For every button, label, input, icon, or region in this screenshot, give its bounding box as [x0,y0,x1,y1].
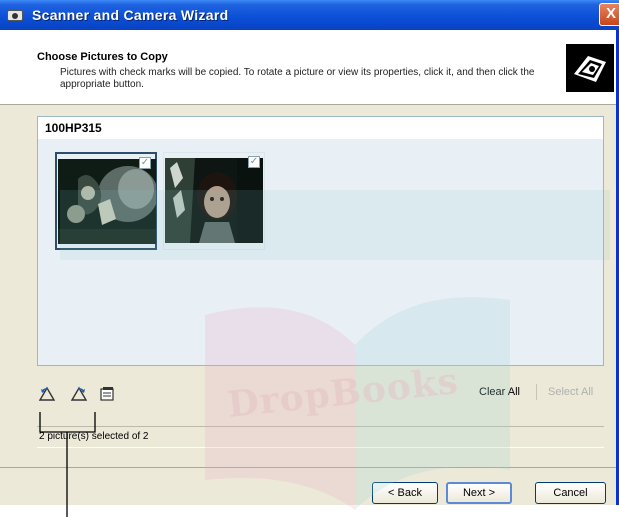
back-button[interactable]: < Back [372,482,438,504]
footer-divider [0,467,616,468]
title-bar[interactable]: Scanner and Camera Wizard X [0,0,619,30]
wizard-header: Choose Pictures to Copy Pictures with ch… [0,30,616,105]
properties-icon[interactable] [99,386,117,402]
photo-1 [58,159,156,244]
select-all-link[interactable]: Select All [548,386,593,398]
wizard-window: Scanner and Camera Wizard X Choose Pictu… [0,0,619,505]
checkbox-thumbnail-2[interactable]: ✓ [248,156,260,168]
next-button[interactable]: Next > [446,482,512,504]
thumbnail-1[interactable]: ✓ [55,152,157,250]
close-button[interactable]: X [599,3,619,26]
rotate-left-icon[interactable] [38,386,56,402]
window-title: Scanner and Camera Wizard [32,7,229,23]
camera-icon [6,7,26,23]
checkbox-thumbnail-1[interactable]: ✓ [139,157,151,169]
thumbnail-panel[interactable]: 100HP315 ✓ ✓ [37,116,604,366]
scanner-camera-icon [566,44,614,92]
page-description: Pictures with check marks will be copied… [60,67,535,90]
photo-2 [165,158,263,243]
selection-status: 2 picture(s) selected of 2 [37,426,604,448]
clear-all-link[interactable]: Clear All [479,386,520,398]
folder-name: 100HP315 [38,117,603,139]
page-title: Choose Pictures to Copy [37,51,168,63]
toolbar-separator [536,384,537,400]
rotate-right-icon[interactable] [70,386,88,402]
cancel-button[interactable]: Cancel [535,482,606,504]
thumbnail-2[interactable]: ✓ [163,152,265,250]
